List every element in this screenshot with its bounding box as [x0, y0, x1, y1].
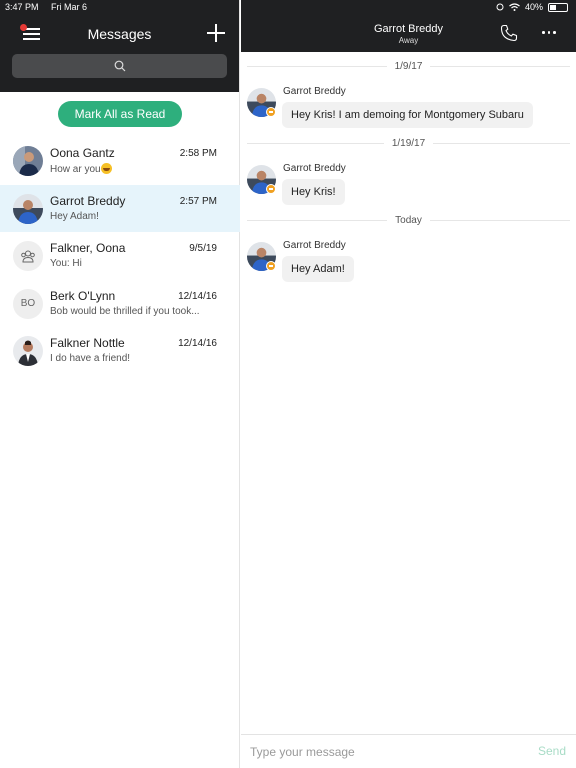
conversation-item[interactable]: Garrot Breddy 2:57 PM Hey Adam!: [0, 184, 240, 232]
conversation-time: 12/14/16: [178, 338, 217, 349]
avatar: [13, 146, 43, 176]
date-separator: 1/19/17: [247, 136, 570, 150]
contact-status: Away: [398, 36, 419, 45]
more-options-button[interactable]: [542, 31, 556, 34]
away-status-icon: [266, 184, 276, 194]
battery-icon: [548, 2, 568, 12]
message-bubble: Hey Adam!: [282, 256, 354, 282]
message-list: 1/9/17 Garrot Breddy Hey Kris! I am demo…: [241, 52, 576, 734]
conversation-name: Falkner, Oona: [50, 241, 126, 255]
search-input[interactable]: [12, 54, 227, 78]
app: 3:47 PM Fri Mar 6 40% Messages Mark All …: [0, 0, 576, 768]
conversation-name: Falkner Nottle: [50, 336, 125, 350]
message: Garrot Breddy Hey Kris! I am demoing for…: [241, 86, 576, 134]
status-time: 3:47 PM: [5, 2, 39, 12]
battery-percent: 40%: [524, 2, 543, 12]
conversation-list: Oona Gantz 2:58 PM How ar you Garrot Bre…: [0, 137, 240, 375]
message: Garrot Breddy Hey Adam!: [241, 240, 576, 288]
conversation-item[interactable]: BO Berk O'Lynn 12/14/16 Bob would be thr…: [0, 280, 240, 328]
conversation-preview: I do have a friend!: [50, 353, 131, 364]
avatar: [13, 336, 43, 366]
away-status-icon: [266, 107, 276, 117]
conversation-item[interactable]: Oona Gantz 2:58 PM How ar you: [0, 137, 240, 185]
message-sender: Garrot Breddy: [283, 86, 346, 97]
conversation-name: Garrot Breddy: [50, 193, 126, 208]
conversation-pane: Messages Mark All as Read Oona Gantz 2:5…: [0, 0, 240, 768]
search-icon: [114, 60, 125, 72]
group-icon: [21, 250, 35, 263]
page-title: Messages: [87, 26, 152, 42]
chat-pane: Garrot Breddy Away 1/9/17 Garrot Breddy …: [241, 0, 576, 768]
conversation-name: Berk O'Lynn: [50, 288, 116, 303]
phone-button[interactable]: [500, 24, 518, 42]
mark-all-read-button[interactable]: Mark All as Read: [58, 101, 182, 127]
conversation-name: Oona Gantz: [50, 146, 115, 160]
message-composer: Send: [241, 734, 576, 768]
rotation-lock-icon: [496, 3, 504, 11]
message-sender: Garrot Breddy: [283, 163, 346, 174]
message-bubble: Hey Kris!: [282, 179, 345, 205]
message-input[interactable]: [250, 745, 500, 759]
phone-icon: [500, 24, 518, 42]
status-bar: 3:47 PM Fri Mar 6 40%: [0, 0, 576, 16]
conversation-preview: Bob would be thrilled if you took...: [50, 305, 200, 317]
away-status-icon: [266, 261, 276, 271]
conversation-time: 9/5/19: [189, 243, 217, 254]
conversation-preview: How ar you: [50, 163, 222, 175]
conversation-preview: Hey Adam!: [50, 210, 99, 222]
wifi-icon: [509, 3, 520, 11]
conversation-time: 12/14/16: [178, 290, 217, 302]
avatar-initials: BO: [13, 288, 43, 319]
conversation-time: 2:57 PM: [179, 195, 217, 207]
date-separator: 1/9/17: [247, 59, 570, 73]
grinning-emoji-icon: [100, 163, 112, 174]
conversation-item[interactable]: Falkner Nottle 12/14/16 I do have a frie…: [0, 327, 240, 375]
status-date: Fri Mar 6: [51, 2, 88, 12]
conversation-preview: You: Hi: [50, 258, 82, 269]
contact-name: Garrot Breddy: [373, 23, 444, 35]
message-sender: Garrot Breddy: [283, 240, 346, 251]
message-bubble: Hey Kris! I am demoing for Montgomery Su…: [282, 102, 533, 128]
message: Garrot Breddy Hey Kris!: [241, 163, 576, 211]
avatar: [13, 193, 43, 224]
send-button[interactable]: Send: [538, 744, 566, 758]
conversation-item[interactable]: Falkner, Oona 9/5/19 You: Hi: [0, 232, 240, 280]
new-message-button[interactable]: [207, 24, 225, 42]
conversation-time: 2:58 PM: [179, 148, 217, 159]
avatar: [13, 241, 43, 271]
date-separator: Today: [247, 213, 570, 227]
